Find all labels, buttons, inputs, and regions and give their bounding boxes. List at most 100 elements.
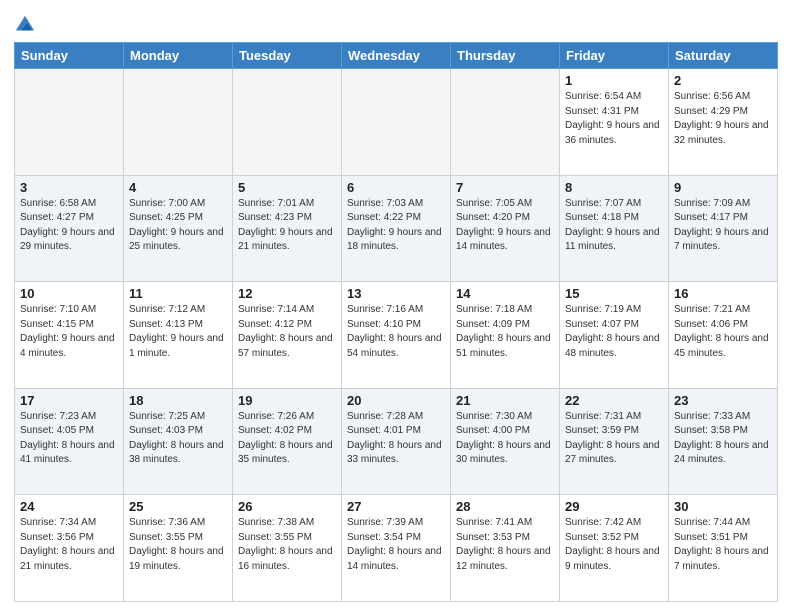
day-number: 21 (456, 393, 554, 408)
day-number: 10 (20, 286, 118, 301)
calendar-cell: 26 Sunrise: 7:38 AM Sunset: 3:55 PM Dayli… (233, 495, 342, 602)
calendar-cell: 6 Sunrise: 7:03 AM Sunset: 4:22 PM Daylig… (342, 175, 451, 282)
day-number: 17 (20, 393, 118, 408)
day-info: Sunrise: 6:56 AM Sunset: 4:29 PM Dayligh… (674, 90, 772, 148)
day-number: 4 (129, 180, 227, 195)
day-info: Sunrise: 7:21 AM Sunset: 4:06 PM Dayligh… (674, 303, 772, 361)
day-info: Sunrise: 7:44 AM Sunset: 3:51 PM Dayligh… (674, 516, 772, 574)
day-number: 26 (238, 499, 336, 514)
day-number: 15 (565, 286, 663, 301)
day-info: Sunrise: 7:18 AM Sunset: 4:09 PM Dayligh… (456, 303, 554, 361)
day-info: Sunrise: 7:41 AM Sunset: 3:53 PM Dayligh… (456, 516, 554, 574)
logo-icon (14, 14, 36, 36)
day-number: 18 (129, 393, 227, 408)
day-number: 6 (347, 180, 445, 195)
calendar-week-row: 1 Sunrise: 6:54 AM Sunset: 4:31 PM Daylig… (15, 69, 778, 176)
calendar-cell: 15Sunrise: 7:19 AM Sunset: 4:07 PM Dayli… (560, 282, 669, 389)
weekday-header-monday: Monday (124, 43, 233, 69)
day-number: 22 (565, 393, 663, 408)
page: SundayMondayTuesdayWednesdayThursdayFrid… (0, 0, 792, 612)
day-info: Sunrise: 7:03 AM Sunset: 4:22 PM Dayligh… (347, 197, 445, 255)
calendar-cell: 25 Sunrise: 7:36 AM Sunset: 3:55 PM Dayli… (124, 495, 233, 602)
weekday-header-friday: Friday (560, 43, 669, 69)
day-info: Sunrise: 7:38 AM Sunset: 3:55 PM Dayligh… (238, 516, 336, 574)
day-info: Sunrise: 7:12 AM Sunset: 4:13 PM Dayligh… (129, 303, 227, 361)
day-number: 27 (347, 499, 445, 514)
day-info: Sunrise: 7:23 AM Sunset: 4:05 PM Dayligh… (20, 410, 118, 468)
calendar-week-row: 10 Sunrise: 7:10 AM Sunset: 4:15 PM Dayli… (15, 282, 778, 389)
day-info: Sunrise: 7:31 AM Sunset: 3:59 PM Dayligh… (565, 410, 663, 468)
header (14, 10, 778, 36)
calendar-week-row: 17 Sunrise: 7:23 AM Sunset: 4:05 PM Dayli… (15, 388, 778, 495)
day-number: 2 (674, 73, 772, 88)
day-info: Sunrise: 7:33 AM Sunset: 3:58 PM Dayligh… (674, 410, 772, 468)
calendar-cell: 16 Sunrise: 7:21 AM Sunset: 4:06 PM Dayli… (669, 282, 778, 389)
calendar-cell: 21 Sunrise: 7:30 AM Sunset: 4:00 PM Dayli… (451, 388, 560, 495)
day-number: 11 (129, 286, 227, 301)
calendar-cell (124, 69, 233, 176)
calendar-cell (15, 69, 124, 176)
day-info: Sunrise: 7:30 AM Sunset: 4:00 PM Dayligh… (456, 410, 554, 468)
day-number: 24 (20, 499, 118, 514)
day-info: Sunrise: 7:36 AM Sunset: 3:55 PM Dayligh… (129, 516, 227, 574)
calendar-cell: 29 Sunrise: 7:42 AM Sunset: 3:52 PM Dayli… (560, 495, 669, 602)
day-number: 1 (565, 73, 663, 88)
weekday-header-wednesday: Wednesday (342, 43, 451, 69)
calendar-cell: 4 Sunrise: 7:00 AM Sunset: 4:25 PM Daylig… (124, 175, 233, 282)
calendar-cell: 10 Sunrise: 7:10 AM Sunset: 4:15 PM Dayli… (15, 282, 124, 389)
day-number: 5 (238, 180, 336, 195)
calendar-cell: 18 Sunrise: 7:25 AM Sunset: 4:03 PM Dayli… (124, 388, 233, 495)
calendar-cell: 17 Sunrise: 7:23 AM Sunset: 4:05 PM Dayli… (15, 388, 124, 495)
day-info: Sunrise: 7:39 AM Sunset: 3:54 PM Dayligh… (347, 516, 445, 574)
calendar-cell: 3 Sunrise: 6:58 AM Sunset: 4:27 PM Daylig… (15, 175, 124, 282)
calendar-cell: 2 Sunrise: 6:56 AM Sunset: 4:29 PM Daylig… (669, 69, 778, 176)
day-number: 19 (238, 393, 336, 408)
calendar-cell: 9 Sunrise: 7:09 AM Sunset: 4:17 PM Daylig… (669, 175, 778, 282)
calendar-cell: 5 Sunrise: 7:01 AM Sunset: 4:23 PM Daylig… (233, 175, 342, 282)
calendar-cell: 8Sunrise: 7:07 AM Sunset: 4:18 PM Daylig… (560, 175, 669, 282)
calendar-cell: 27 Sunrise: 7:39 AM Sunset: 3:54 PM Dayli… (342, 495, 451, 602)
day-number: 7 (456, 180, 554, 195)
calendar-cell: 24 Sunrise: 7:34 AM Sunset: 3:56 PM Dayli… (15, 495, 124, 602)
day-number: 16 (674, 286, 772, 301)
day-info: Sunrise: 7:16 AM Sunset: 4:10 PM Dayligh… (347, 303, 445, 361)
day-number: 14 (456, 286, 554, 301)
day-number: 9 (674, 180, 772, 195)
weekday-header-tuesday: Tuesday (233, 43, 342, 69)
day-number: 12 (238, 286, 336, 301)
day-number: 29 (565, 499, 663, 514)
calendar-cell: 7 Sunrise: 7:05 AM Sunset: 4:20 PM Daylig… (451, 175, 560, 282)
calendar-cell: 30 Sunrise: 7:44 AM Sunset: 3:51 PM Dayli… (669, 495, 778, 602)
calendar-cell: 22 Sunrise: 7:31 AM Sunset: 3:59 PM Dayli… (560, 388, 669, 495)
day-info: Sunrise: 7:34 AM Sunset: 3:56 PM Dayligh… (20, 516, 118, 574)
logo (14, 14, 40, 36)
day-info: Sunrise: 7:09 AM Sunset: 4:17 PM Dayligh… (674, 197, 772, 255)
day-number: 30 (674, 499, 772, 514)
calendar-cell: 20 Sunrise: 7:28 AM Sunset: 4:01 PM Dayli… (342, 388, 451, 495)
day-info: Sunrise: 7:05 AM Sunset: 4:20 PM Dayligh… (456, 197, 554, 255)
calendar-cell: 19Sunrise: 7:26 AM Sunset: 4:02 PM Dayli… (233, 388, 342, 495)
day-number: 3 (20, 180, 118, 195)
day-number: 13 (347, 286, 445, 301)
day-info: Sunrise: 7:10 AM Sunset: 4:15 PM Dayligh… (20, 303, 118, 361)
day-number: 25 (129, 499, 227, 514)
day-info: Sunrise: 7:42 AM Sunset: 3:52 PM Dayligh… (565, 516, 663, 574)
calendar-cell (451, 69, 560, 176)
day-info: Sunrise: 7:00 AM Sunset: 4:25 PM Dayligh… (129, 197, 227, 255)
calendar-cell: 12Sunrise: 7:14 AM Sunset: 4:12 PM Dayli… (233, 282, 342, 389)
weekday-header-saturday: Saturday (669, 43, 778, 69)
calendar-cell: 13 Sunrise: 7:16 AM Sunset: 4:10 PM Dayli… (342, 282, 451, 389)
day-info: Sunrise: 6:54 AM Sunset: 4:31 PM Dayligh… (565, 90, 663, 148)
day-info: Sunrise: 7:28 AM Sunset: 4:01 PM Dayligh… (347, 410, 445, 468)
weekday-header-row: SundayMondayTuesdayWednesdayThursdayFrid… (15, 43, 778, 69)
day-info: Sunrise: 7:07 AM Sunset: 4:18 PM Dayligh… (565, 197, 663, 255)
day-number: 28 (456, 499, 554, 514)
day-info: Sunrise: 7:25 AM Sunset: 4:03 PM Dayligh… (129, 410, 227, 468)
day-number: 20 (347, 393, 445, 408)
calendar-cell (342, 69, 451, 176)
day-number: 23 (674, 393, 772, 408)
calendar-cell: 11 Sunrise: 7:12 AM Sunset: 4:13 PM Dayli… (124, 282, 233, 389)
weekday-header-sunday: Sunday (15, 43, 124, 69)
day-info: Sunrise: 6:58 AM Sunset: 4:27 PM Dayligh… (20, 197, 118, 255)
day-info: Sunrise: 7:01 AM Sunset: 4:23 PM Dayligh… (238, 197, 336, 255)
